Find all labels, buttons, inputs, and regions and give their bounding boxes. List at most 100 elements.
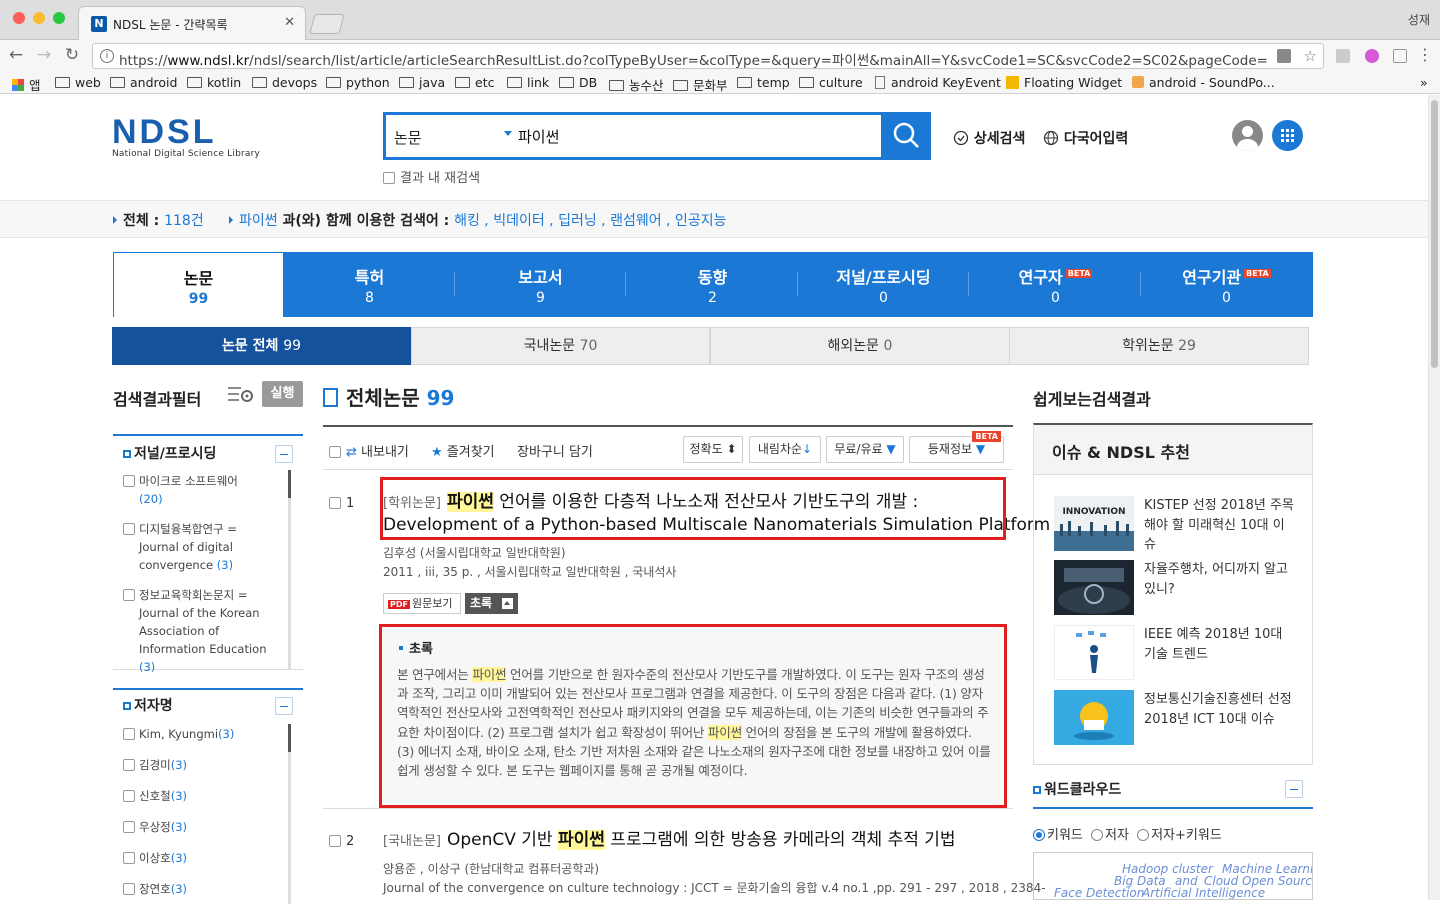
listing-info-filter[interactable]: 등재정보 ▼ BETA <box>909 431 1004 463</box>
bookmark-folder[interactable]: web <box>55 75 101 90</box>
cloud-word[interactable]: Artificial Intelligence <box>1142 887 1265 900</box>
author-filter-item[interactable]: 김경미(3) <box>123 756 278 774</box>
search-button[interactable] <box>881 112 931 160</box>
filter-settings-icon[interactable] <box>227 384 255 404</box>
bookmark-folder[interactable]: kotlin <box>187 75 241 90</box>
filter-run-button[interactable]: 실행 <box>262 381 303 407</box>
advanced-search-link[interactable]: 상세검색 <box>953 128 1025 148</box>
cart-button[interactable]: 장바구니 담기 <box>517 441 593 460</box>
forward-icon[interactable]: → <box>34 45 54 65</box>
news-title[interactable]: KISTEP 선정 2018년 주목해야 할 미래혁신 10대 이슈 <box>1144 496 1294 555</box>
subtab-all-papers[interactable]: 논문 전체 99 <box>112 327 411 365</box>
bookmark-folder[interactable]: android <box>110 75 177 90</box>
sort-accuracy-select[interactable]: 정확도 ⬍ <box>683 436 743 463</box>
collapse-wordcloud-button[interactable] <box>1285 780 1303 798</box>
back-icon[interactable]: ← <box>6 45 26 65</box>
bookmark-folder[interactable]: culture <box>799 75 863 90</box>
tab-papers[interactable]: 논문 99 <box>113 252 284 317</box>
reload-icon[interactable]: ↻ <box>62 45 82 65</box>
scrollbar-thumb[interactable] <box>1431 100 1438 368</box>
translate-icon[interactable] <box>1277 49 1291 63</box>
sort-order-select[interactable]: 내림차순↓ <box>749 436 821 463</box>
favorite-button[interactable]: ★ 즐겨찾기 <box>431 441 495 460</box>
research-within-results[interactable]: 결과 내 재검색 <box>383 167 480 186</box>
author-filter-item[interactable]: Kim, Kyungmi(3) <box>123 725 278 743</box>
bookmark-star-icon[interactable]: ☆ <box>1304 47 1317 65</box>
free-paid-filter[interactable]: 무료/유료 ▼ <box>826 436 904 463</box>
radio-author-keyword[interactable]: 저자+키워드 <box>1137 828 1222 843</box>
research-checkbox[interactable] <box>383 172 395 184</box>
search-category-select[interactable]: 논문 <box>394 127 422 148</box>
scrollbar-thumb[interactable] <box>288 470 291 498</box>
url-text[interactable]: https://www.ndsl.kr/ndsl/search/list/art… <box>119 49 1269 69</box>
export-button[interactable]: ⇄ 내보내기 <box>329 441 409 460</box>
select-all-checkbox[interactable] <box>329 446 341 458</box>
author-filter-scrollbar[interactable] <box>288 724 291 904</box>
author-filter-item[interactable]: 장연호(3) <box>123 880 278 898</box>
journal-filter-item[interactable]: 정보교육학회논문지 = Journal of the Korean Associ… <box>123 586 278 676</box>
tab-institutions[interactable]: 연구기관 BETA 0 <box>1141 252 1312 317</box>
more-bookmarks-icon[interactable]: » <box>1420 75 1428 90</box>
journal-filter-scrollbar[interactable] <box>288 470 291 670</box>
menu-kebab-icon[interactable]: ⋮ <box>1417 45 1433 64</box>
radio-keyword[interactable]: 키워드 <box>1033 828 1083 843</box>
journal-filter-item[interactable]: 디지털융복합연구 = Journal of digital convergenc… <box>123 520 278 574</box>
bookmark-page[interactable]: Floating Widget <box>1006 75 1122 90</box>
all-menu-button[interactable] <box>1272 120 1303 151</box>
result-title-link[interactable]: [국내논문] OpenCV 기반 파이썬 프로그램에 의한 방송용 카메라의 객체… <box>383 828 956 854</box>
tab-trends[interactable]: 동향 2 <box>627 252 798 317</box>
subtab-domestic[interactable]: 국내논문 70 <box>411 327 710 365</box>
close-tab-icon[interactable]: ✕ <box>284 15 295 30</box>
multilang-input-link[interactable]: 다국어입력 <box>1043 128 1128 148</box>
bookmark-folder[interactable]: python <box>326 75 390 90</box>
maximize-window-button[interactable] <box>53 12 65 24</box>
news-title[interactable]: 자율주행차, 어디까지 알고 있니? <box>1144 560 1294 599</box>
scrollbar-thumb[interactable] <box>288 724 291 752</box>
close-window-button[interactable] <box>13 12 25 24</box>
tab-patents[interactable]: 특허 8 <box>284 252 455 317</box>
author-filter-item[interactable]: 이상호(3) <box>123 849 278 867</box>
new-tab-button[interactable] <box>309 14 345 34</box>
page-scrollbar[interactable] <box>1428 95 1440 900</box>
site-info-icon[interactable]: i <box>100 49 114 63</box>
tab-researchers[interactable]: 연구자 BETA 0 <box>970 252 1141 317</box>
bookmark-folder[interactable]: java <box>399 75 445 90</box>
bookmark-folder[interactable]: DB <box>559 75 597 90</box>
extension-icon[interactable] <box>1336 49 1350 63</box>
view-original-button[interactable]: PDF 원문보기 <box>383 593 461 614</box>
result-checkbox[interactable]: 2 <box>329 834 354 849</box>
collapse-journal-button[interactable] <box>275 445 293 463</box>
cast-extension-icon[interactable] <box>1365 49 1379 63</box>
news-title[interactable]: IEEE 예측 2018년 10대 기술 트렌드 <box>1144 625 1294 664</box>
author-filter-item[interactable]: 우상정(3) <box>123 818 278 836</box>
extension-icon[interactable] <box>1393 49 1407 63</box>
subtab-thesis[interactable]: 학위논문 29 <box>1009 327 1309 365</box>
radio-author[interactable]: 저자 <box>1091 828 1129 843</box>
user-avatar-icon[interactable] <box>1232 120 1263 151</box>
bookmark-folder[interactable]: 농수산 <box>609 75 664 94</box>
browser-tab[interactable]: N NDSL 논문 - 간략목록 ✕ <box>78 6 306 40</box>
minimize-window-button[interactable] <box>33 12 45 24</box>
bookmark-folder[interactable]: link <box>507 75 549 90</box>
tab-journals[interactable]: 저널/프로시딩 0 <box>798 252 969 317</box>
bookmark-apps[interactable]: 앱 <box>12 75 41 94</box>
cloud-word[interactable]: Face Detection <box>1054 887 1144 900</box>
author-filter-item[interactable]: 신호철(3) <box>123 787 278 805</box>
profile-name[interactable]: 성재 <box>1408 11 1430 28</box>
related-terms-links[interactable]: 해킹 , 빅데이터 , 딥러닝 , 랜섬웨어 , 인공지능 <box>454 213 726 229</box>
chevron-down-icon[interactable] <box>504 131 512 136</box>
result-checkbox[interactable]: 1 <box>329 496 354 511</box>
tab-reports[interactable]: 보고서 9 <box>455 252 626 317</box>
bookmark-page[interactable]: android KeyEvent <box>875 75 1001 90</box>
bookmark-folder[interactable]: devops <box>252 75 317 90</box>
search-input[interactable] <box>518 127 848 145</box>
address-bar[interactable]: i https://www.ndsl.kr/ndsl/search/list/a… <box>92 43 1324 69</box>
journal-filter-item[interactable]: 마이크로 소프트웨어 (20) <box>123 472 278 508</box>
abstract-toggle-button[interactable]: 초록 <box>465 593 518 614</box>
bookmark-folder[interactable]: etc <box>455 75 494 90</box>
bookmark-page[interactable]: android - SoundPo... <box>1132 75 1275 90</box>
collapse-author-button[interactable] <box>275 697 293 715</box>
subtab-foreign[interactable]: 해외논문 0 <box>710 327 1010 365</box>
ndsl-logo[interactable]: NDSL National Digital Science Library <box>112 115 260 159</box>
bookmark-folder[interactable]: temp <box>737 75 790 90</box>
